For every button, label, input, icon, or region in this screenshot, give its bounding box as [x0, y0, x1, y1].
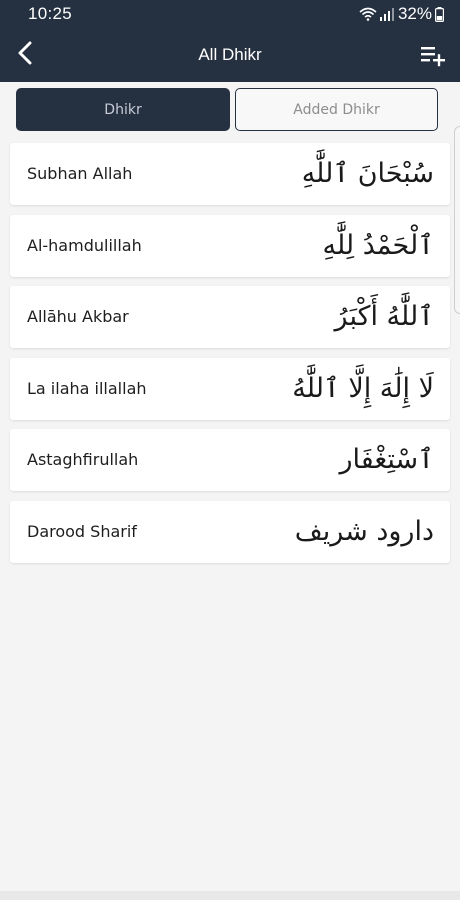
playlist-add-icon [420, 47, 446, 71]
dhikr-name: Al-hamdulillah [27, 235, 142, 255]
battery-text: 32% [397, 4, 432, 23]
dhikr-name: Subhan Allah [27, 164, 133, 183]
dhikr-name: La ilaha illallah [27, 378, 147, 398]
list-item[interactable]: La ilaha illallah لَا إِلَٰهَ إِلَّا ٱلل… [10, 357, 450, 420]
dhikr-name: Astaghfirullah [27, 450, 139, 470]
dhikr-arabic-text: ٱسْتِغْفَار [339, 444, 434, 476]
signal-icon [379, 7, 394, 21]
chevron-left-icon [17, 41, 33, 69]
status-time: 10:25 [28, 4, 73, 23]
list-item[interactable]: Al-hamdulillah ٱلْحَمْدُ لِلَّٰهِ [10, 214, 450, 277]
list-item[interactable]: Subhan Allah سُبْحَانَ ٱللَّٰهِ [10, 143, 450, 205]
back-button[interactable] [10, 39, 40, 71]
dhikr-name: Darood Sharif [27, 521, 137, 541]
dhikr-arabic-text: ٱللَّٰهُ أَكْبَرُ [334, 301, 434, 333]
dhikr-list: Subhan Allah سُبْحَانَ ٱللَّٰهِ Al-hamdu… [10, 143, 450, 573]
tab-dhikr[interactable]: Dhikr [16, 88, 230, 131]
dhikr-name: Allāhu Akbar [27, 307, 129, 327]
status-bar: 10:25 32% [0, 0, 460, 28]
add-dhikr-button[interactable] [420, 43, 446, 67]
list-item[interactable]: Allāhu Akbar ٱللَّٰهُ أَكْبَرُ [10, 286, 450, 349]
app-bar: All Dhikr [0, 28, 460, 82]
dhikr-arabic-text: ٱلْحَمْدُ لِلَّٰهِ [322, 229, 434, 261]
battery-icon [435, 6, 444, 22]
page-title: All Dhikr [198, 45, 262, 64]
tab-added-dhikr[interactable]: Added Dhikr [235, 88, 438, 131]
list-item[interactable]: Darood Sharif دارود شريف [10, 500, 450, 563]
status-indicators: 32% [359, 4, 444, 24]
dhikr-arabic-text: سُبْحَانَ ٱللَّٰهِ [301, 158, 434, 189]
dhikr-arabic-text: لَا إِلَٰهَ إِلَّا ٱللَّٰهُ [292, 372, 434, 404]
scroll-indicator[interactable] [454, 126, 460, 314]
list-item[interactable]: Astaghfirullah ٱسْتِغْفَار [10, 429, 450, 492]
bottom-bar [0, 891, 460, 900]
dhikr-arabic-text: دارود شريف [294, 515, 434, 547]
wifi-icon [359, 7, 377, 21]
